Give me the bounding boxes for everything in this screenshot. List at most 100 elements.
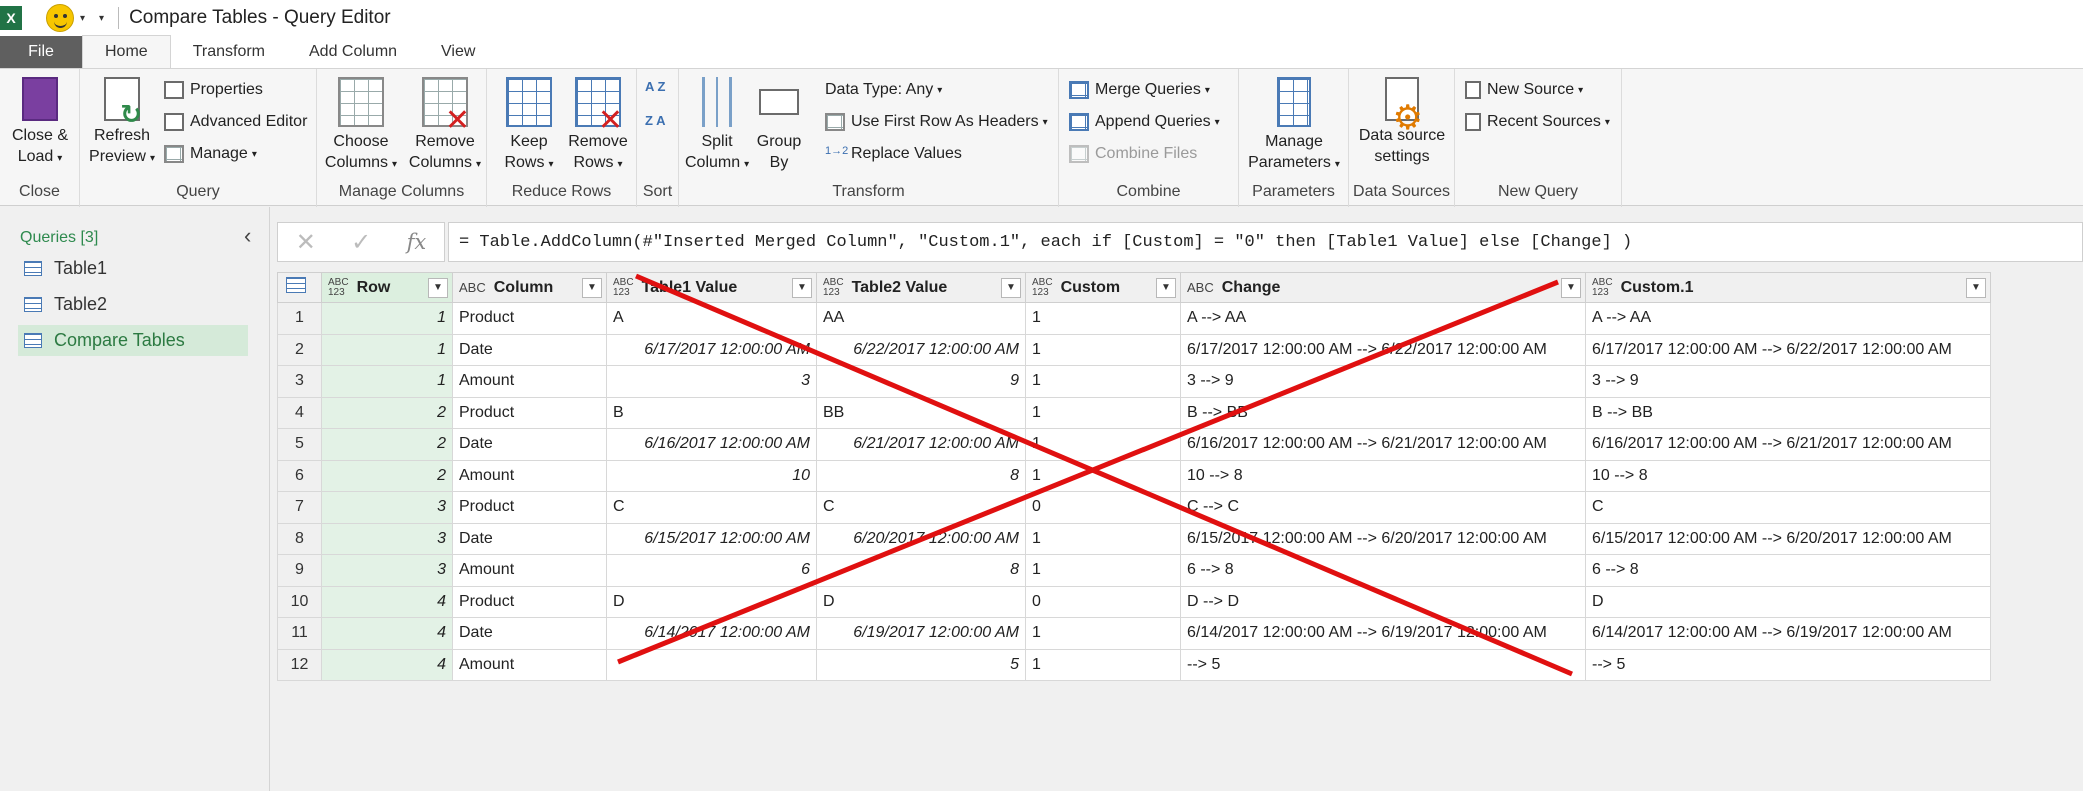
filter-dropdown-icon[interactable]: ▼ bbox=[1561, 278, 1581, 298]
table-cell[interactable]: 3 bbox=[321, 554, 453, 587]
table-cell[interactable]: 6/15/2017 12:00:00 AM --> 6/20/2017 12:0… bbox=[1585, 522, 1991, 555]
table-cell[interactable]: A --> AA bbox=[1585, 302, 1991, 335]
replace-values-button[interactable]: 1→2 Replace Values bbox=[825, 145, 962, 163]
table-cell[interactable]: 6/15/2017 12:00:00 AM bbox=[606, 522, 817, 555]
smiley-feedback-icon[interactable] bbox=[46, 4, 74, 32]
table-cell[interactable]: 1 bbox=[321, 365, 453, 398]
filter-dropdown-icon[interactable]: ▼ bbox=[582, 278, 602, 298]
table-cell[interactable]: 1 bbox=[1025, 396, 1181, 429]
keep-rows-button[interactable]: Keep Rows ▾ bbox=[499, 77, 559, 175]
table-cell[interactable]: Date bbox=[452, 617, 607, 650]
table-cell[interactable]: B --> BB bbox=[1180, 396, 1586, 429]
append-queries-button[interactable]: Append Queries ▾ bbox=[1069, 113, 1220, 131]
table-cell[interactable]: 3 --> 9 bbox=[1180, 365, 1586, 398]
row-number[interactable]: 7 bbox=[277, 491, 322, 524]
row-number[interactable]: 1 bbox=[277, 302, 322, 335]
group-by-button[interactable]: Group By bbox=[753, 77, 805, 173]
table-cell[interactable]: 6/20/2017 12:00:00 AM bbox=[816, 522, 1026, 555]
column-header-custom[interactable]: ABC 123 Custom ▼ bbox=[1025, 272, 1181, 303]
row-number[interactable]: 6 bbox=[277, 459, 322, 492]
cancel-formula-icon[interactable]: ✕ bbox=[296, 228, 316, 257]
table-cell[interactable]: 0 bbox=[1025, 585, 1181, 618]
close-load-button[interactable]: Close & Load ▾ bbox=[8, 77, 72, 169]
table-cell[interactable]: 6 bbox=[606, 554, 817, 587]
table-cell[interactable]: 10 --> 8 bbox=[1585, 459, 1991, 492]
tab-view[interactable]: View bbox=[419, 36, 497, 68]
filter-dropdown-icon[interactable]: ▼ bbox=[1001, 278, 1021, 298]
table-cell[interactable]: BB bbox=[816, 396, 1026, 429]
column-header-table1-value[interactable]: ABC 123 Table1 Value ▼ bbox=[606, 272, 817, 303]
table-cell[interactable]: 6/22/2017 12:00:00 AM bbox=[816, 333, 1026, 366]
table-cell[interactable]: 3 --> 9 bbox=[1585, 365, 1991, 398]
table-cell[interactable]: 1 bbox=[321, 302, 453, 335]
table-cell[interactable]: 6/15/2017 12:00:00 AM --> 6/20/2017 12:0… bbox=[1180, 522, 1586, 555]
table-cell[interactable]: 6 --> 8 bbox=[1585, 554, 1991, 587]
row-number[interactable]: 10 bbox=[277, 585, 322, 618]
table-cell[interactable]: Date bbox=[452, 428, 607, 461]
table-cell[interactable]: 6/16/2017 12:00:00 AM --> 6/21/2017 12:0… bbox=[1585, 428, 1991, 461]
refresh-preview-button[interactable]: Refresh Preview▾ bbox=[86, 77, 158, 169]
table-cell[interactable]: 4 bbox=[321, 585, 453, 618]
table-cell[interactable] bbox=[606, 648, 817, 681]
table-cell[interactable]: AA bbox=[816, 302, 1026, 335]
split-column-button[interactable]: Split Column ▾ bbox=[685, 77, 749, 175]
table-cell[interactable]: 1 bbox=[1025, 365, 1181, 398]
filter-dropdown-icon[interactable]: ▼ bbox=[1966, 278, 1986, 298]
table-cell[interactable]: 6 --> 8 bbox=[1180, 554, 1586, 587]
table-cell[interactable]: 10 bbox=[606, 459, 817, 492]
table-cell[interactable]: 6/17/2017 12:00:00 AM bbox=[606, 333, 817, 366]
table-cell[interactable]: 6/16/2017 12:00:00 AM --> 6/21/2017 12:0… bbox=[1180, 428, 1586, 461]
table-cell[interactable]: 1 bbox=[1025, 302, 1181, 335]
table-cell[interactable]: 6/19/2017 12:00:00 AM bbox=[816, 617, 1026, 650]
table-cell[interactable]: 1 bbox=[1025, 333, 1181, 366]
row-number[interactable]: 9 bbox=[277, 554, 322, 587]
table-cell[interactable]: D bbox=[606, 585, 817, 618]
table-cell[interactable]: A bbox=[606, 302, 817, 335]
row-number[interactable]: 2 bbox=[277, 333, 322, 366]
table-cell[interactable]: 1 bbox=[1025, 554, 1181, 587]
column-header-custom-1[interactable]: ABC 123 Custom.1 ▼ bbox=[1585, 272, 1991, 303]
column-header-table2-value[interactable]: ABC 123 Table2 Value ▼ bbox=[816, 272, 1026, 303]
table-corner-menu[interactable] bbox=[277, 272, 322, 303]
remove-columns-button[interactable]: Remove Columns▾ bbox=[405, 77, 485, 175]
table-cell[interactable]: 2 bbox=[321, 396, 453, 429]
table-cell[interactable]: D --> D bbox=[1180, 585, 1586, 618]
table-cell[interactable]: 9 bbox=[816, 365, 1026, 398]
table-cell[interactable]: 6/17/2017 12:00:00 AM --> 6/22/2017 12:0… bbox=[1180, 333, 1586, 366]
table-cell[interactable]: A --> AA bbox=[1180, 302, 1586, 335]
filter-dropdown-icon[interactable]: ▼ bbox=[1156, 278, 1176, 298]
tab-add-column[interactable]: Add Column bbox=[287, 36, 419, 68]
table-cell[interactable]: Date bbox=[452, 522, 607, 555]
filter-dropdown-icon[interactable]: ▼ bbox=[428, 278, 448, 298]
table-cell[interactable]: 3 bbox=[321, 522, 453, 555]
table-cell[interactable]: 5 bbox=[816, 648, 1026, 681]
table-cell[interactable]: C bbox=[1585, 491, 1991, 524]
advanced-editor-button[interactable]: Advanced Editor bbox=[164, 113, 307, 131]
row-number[interactable]: 11 bbox=[277, 617, 322, 650]
sort-descending-button[interactable]: Z A bbox=[645, 113, 671, 128]
collapse-pane-icon[interactable]: ‹ bbox=[244, 223, 251, 249]
table-cell[interactable]: C --> C bbox=[1180, 491, 1586, 524]
table-cell[interactable]: 1 bbox=[1025, 522, 1181, 555]
column-header-column[interactable]: ABC Column ▼ bbox=[452, 272, 607, 303]
table-cell[interactable]: 6/21/2017 12:00:00 AM bbox=[816, 428, 1026, 461]
table-cell[interactable]: B bbox=[606, 396, 817, 429]
table-cell[interactable]: 6/14/2017 12:00:00 AM --> 6/19/2017 12:0… bbox=[1585, 617, 1991, 650]
table-cell[interactable]: Product bbox=[452, 585, 607, 618]
table-cell[interactable]: Amount bbox=[452, 365, 607, 398]
filter-dropdown-icon[interactable]: ▼ bbox=[792, 278, 812, 298]
table-cell[interactable]: 3 bbox=[321, 491, 453, 524]
table-cell[interactable]: 6/14/2017 12:00:00 AM --> 6/19/2017 12:0… bbox=[1180, 617, 1586, 650]
tab-file[interactable]: File bbox=[0, 36, 82, 68]
table-cell[interactable]: B --> BB bbox=[1585, 396, 1991, 429]
customize-toolbar-icon[interactable]: ▾ bbox=[99, 13, 104, 24]
table-cell[interactable]: 8 bbox=[816, 459, 1026, 492]
table-cell[interactable]: 8 bbox=[816, 554, 1026, 587]
manage-parameters-button[interactable]: Manage Parameters ▾ bbox=[1245, 77, 1343, 175]
table-cell[interactable]: Date bbox=[452, 333, 607, 366]
column-header-row[interactable]: ABC 123 Row ▼ bbox=[321, 272, 453, 303]
table-cell[interactable]: C bbox=[816, 491, 1026, 524]
remove-rows-button[interactable]: Remove Rows▾ bbox=[563, 77, 633, 175]
merge-queries-button[interactable]: Merge Queries ▾ bbox=[1069, 81, 1210, 99]
column-header-change[interactable]: ABC Change ▼ bbox=[1180, 272, 1586, 303]
